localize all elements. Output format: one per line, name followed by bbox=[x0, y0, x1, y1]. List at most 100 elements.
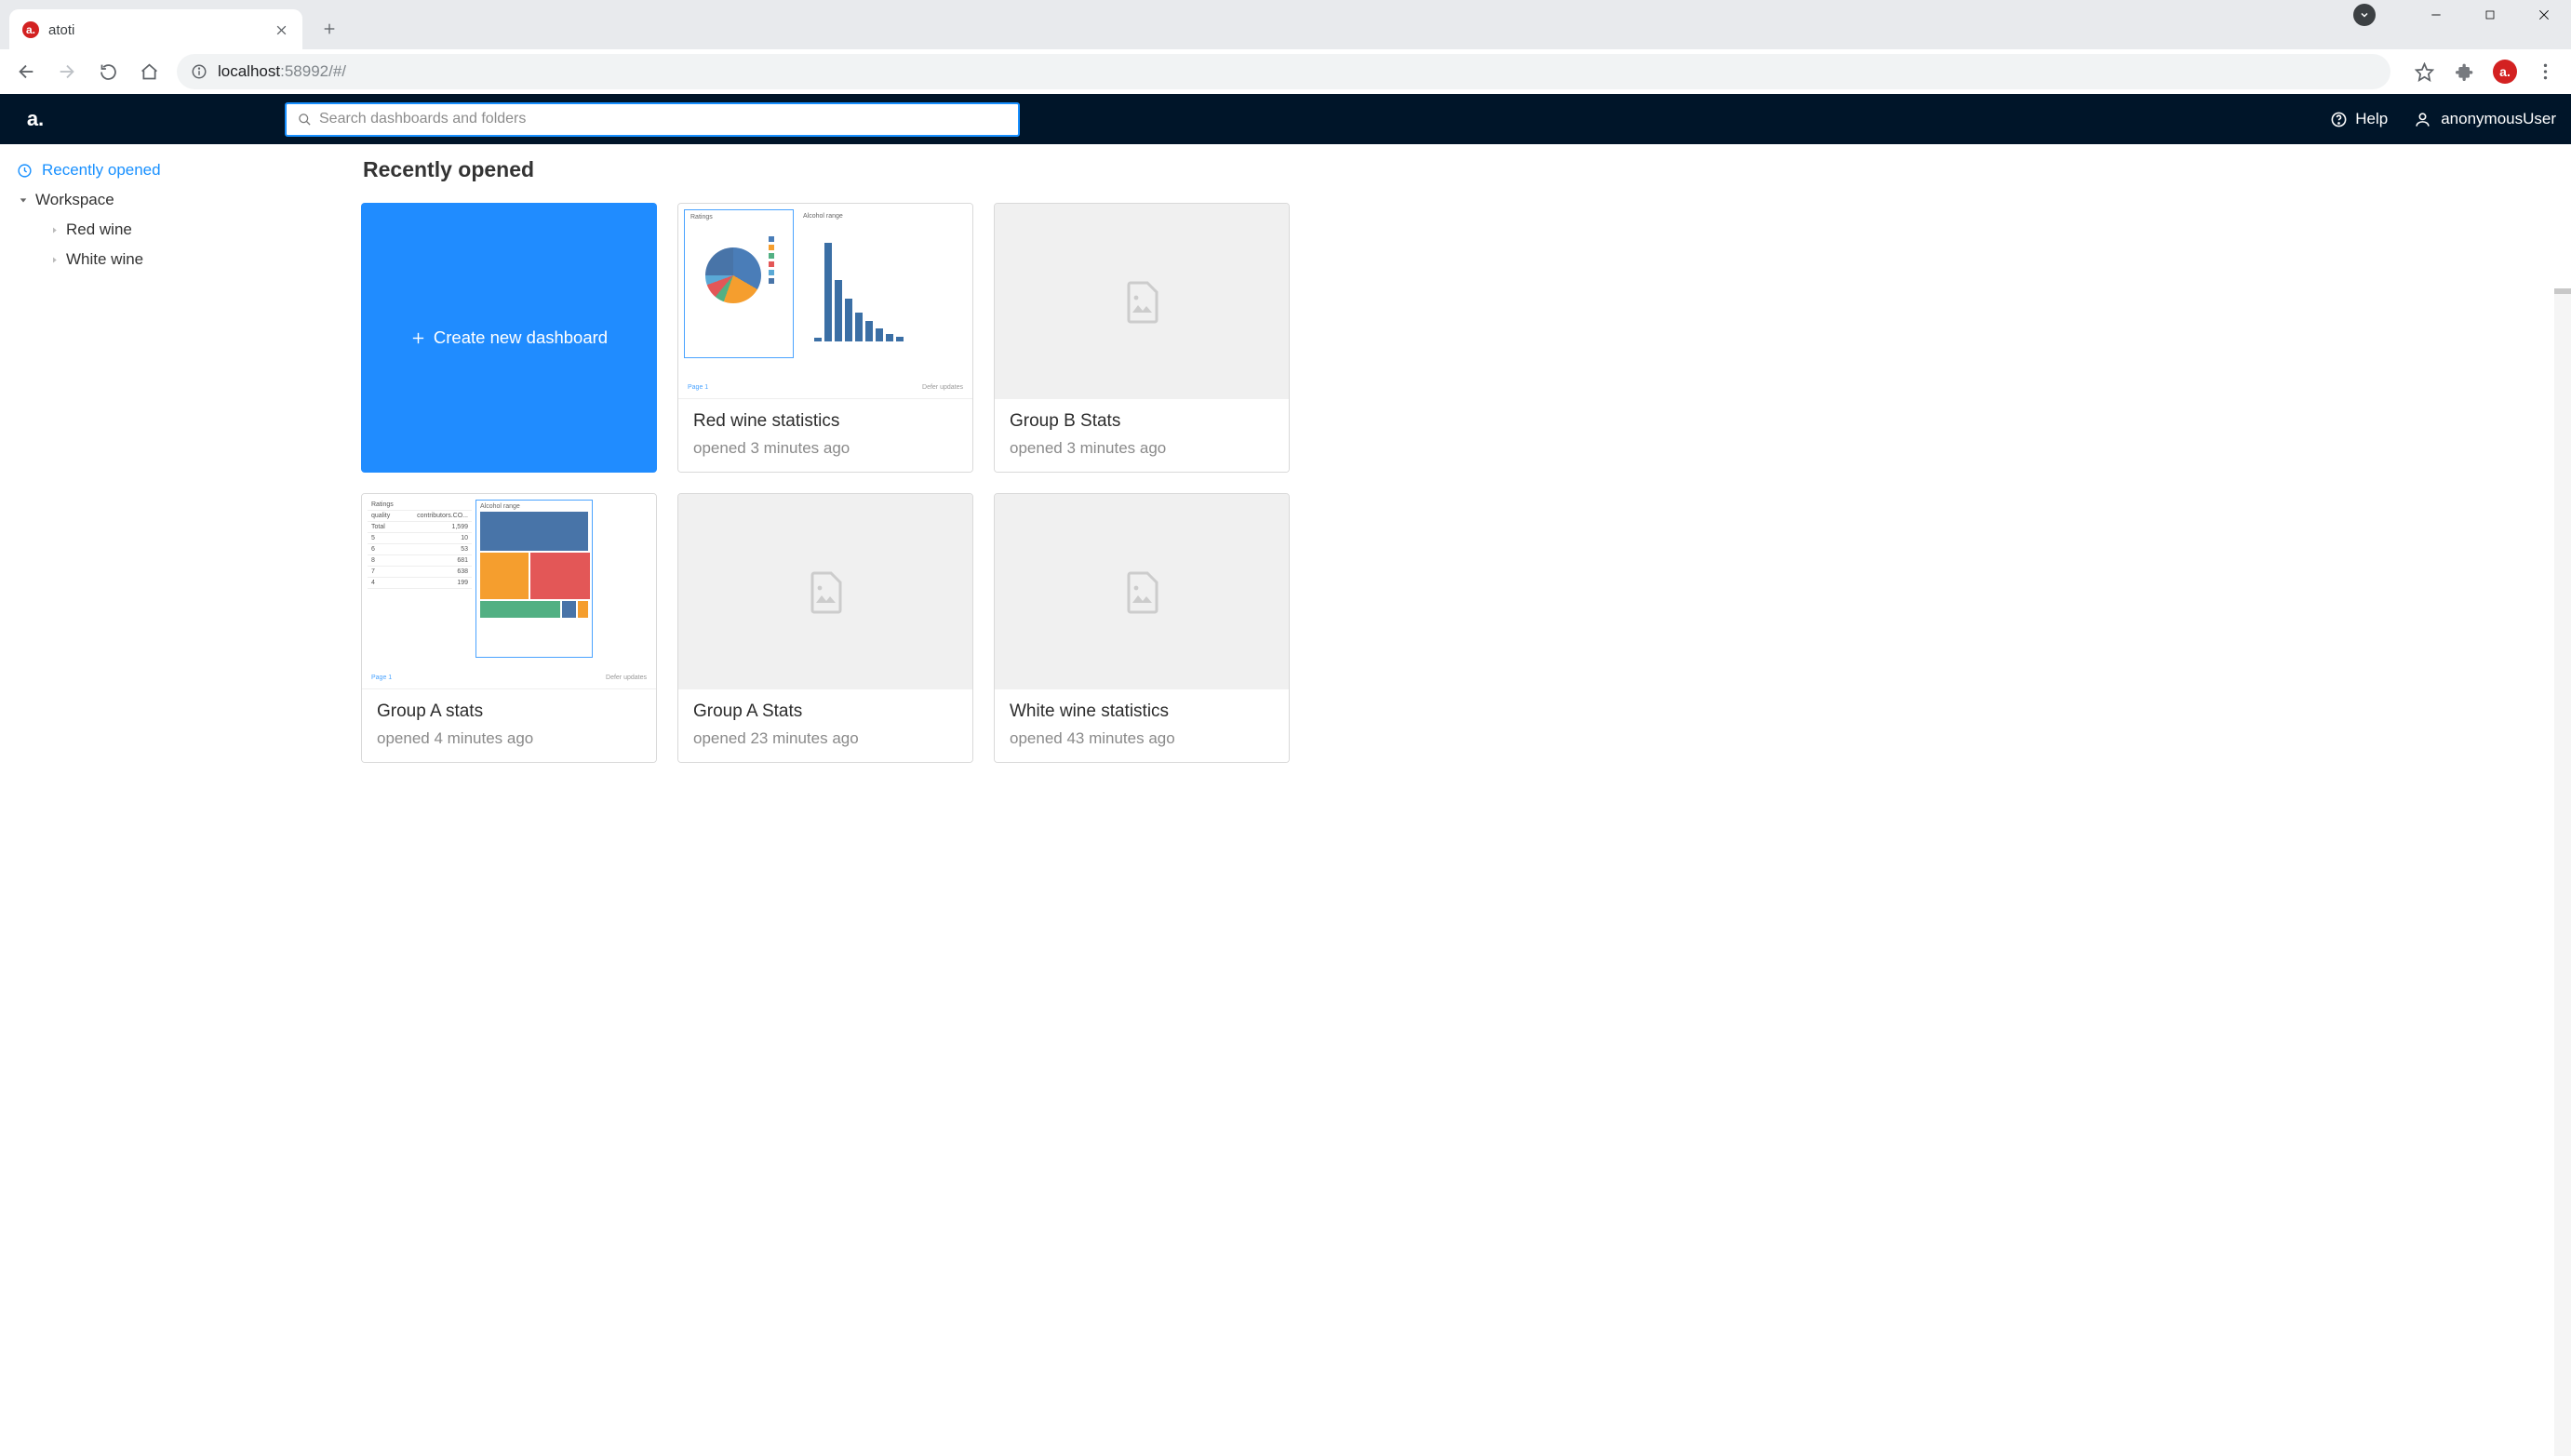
header-actions: Help anonymousUser bbox=[2330, 110, 2556, 128]
card-title: Group B Stats bbox=[1010, 411, 1274, 432]
thumb-page-label: Page 1 bbox=[371, 675, 392, 681]
arrow-left-icon bbox=[16, 61, 36, 82]
tab-strip: a. atoti bbox=[0, 0, 345, 49]
plus-icon bbox=[410, 330, 426, 346]
tree-item-label: White wine bbox=[66, 250, 143, 269]
card-title: White wine statistics bbox=[1010, 701, 1274, 722]
extensions-button[interactable] bbox=[2446, 53, 2484, 90]
window-maximize-button[interactable] bbox=[2463, 0, 2517, 30]
url-host: localhost bbox=[218, 62, 280, 80]
arrow-right-icon bbox=[57, 61, 77, 82]
sidebar-item-red-wine[interactable]: Red wine bbox=[33, 215, 331, 245]
legend-icon bbox=[769, 236, 791, 287]
sidebar-workspace[interactable]: Workspace bbox=[13, 185, 331, 215]
image-placeholder-icon bbox=[803, 569, 848, 614]
sidebar: Recently opened Workspace Red wine White… bbox=[0, 144, 344, 1456]
browser-tab[interactable]: a. atoti bbox=[9, 9, 302, 50]
user-label: anonymousUser bbox=[2441, 110, 2556, 128]
browser-reload-button[interactable] bbox=[89, 53, 127, 90]
address-text: localhost:58992/#/ bbox=[218, 62, 346, 81]
dashboard-card[interactable]: White wine statistics opened 43 minutes … bbox=[994, 493, 1290, 763]
search-icon bbox=[298, 113, 312, 127]
card-footer: Red wine statistics opened 3 minutes ago bbox=[678, 399, 972, 472]
image-placeholder-icon bbox=[1119, 279, 1164, 324]
dashboard-card[interactable]: Ratings qualitycontributors.CO... Total1… bbox=[361, 493, 657, 763]
image-placeholder-icon bbox=[1119, 569, 1164, 614]
card-thumbnail: Ratings Alcohol range bbox=[678, 204, 972, 399]
browser-forward-button[interactable] bbox=[48, 53, 86, 90]
tab-close-button[interactable] bbox=[273, 21, 289, 38]
scrollbar-thumb[interactable] bbox=[2554, 288, 2571, 294]
create-dashboard-button[interactable]: Create new dashboard bbox=[361, 203, 657, 473]
dashboard-card[interactable]: Group B Stats opened 3 minutes ago bbox=[994, 203, 1290, 473]
dashboard-card[interactable]: Ratings Alcohol range bbox=[677, 203, 973, 473]
table-icon: Ratings qualitycontributors.CO... Total1… bbox=[368, 500, 472, 589]
caret-down-icon bbox=[17, 194, 30, 207]
puzzle-icon bbox=[2456, 62, 2474, 81]
card-thumbnail bbox=[995, 204, 1289, 399]
thumb-page-label: Page 1 bbox=[688, 384, 708, 391]
browser-tab-title: atoti bbox=[48, 22, 263, 38]
address-bar[interactable]: localhost:58992/#/ bbox=[177, 54, 2390, 89]
user-icon bbox=[2414, 111, 2431, 128]
window-minimize-button[interactable] bbox=[2409, 0, 2463, 30]
card-subtitle: opened 3 minutes ago bbox=[1010, 439, 1274, 458]
bookmark-button[interactable] bbox=[2405, 53, 2443, 90]
home-icon bbox=[140, 62, 159, 82]
browser-home-button[interactable] bbox=[130, 53, 167, 90]
browser-menu-button[interactable] bbox=[2526, 53, 2564, 90]
sidebar-recently-opened[interactable]: Recently opened bbox=[13, 155, 331, 185]
card-subtitle: opened 43 minutes ago bbox=[1010, 729, 1274, 748]
section-title: Recently opened bbox=[363, 157, 2554, 182]
browser-titlebar: a. atoti bbox=[0, 0, 2571, 49]
card-footer: Group B Stats opened 3 minutes ago bbox=[995, 399, 1289, 472]
scrollbar[interactable] bbox=[2554, 288, 2571, 1456]
card-footer: White wine statistics opened 43 minutes … bbox=[995, 689, 1289, 762]
help-button[interactable]: Help bbox=[2330, 110, 2388, 128]
search-box[interactable] bbox=[285, 102, 1020, 137]
atoti-favicon: a. bbox=[22, 21, 39, 38]
thumb-defer-label: Defer updates bbox=[922, 384, 963, 391]
sidebar-item-label: Recently opened bbox=[42, 161, 161, 180]
dashboard-card[interactable]: Group A Stats opened 23 minutes ago bbox=[677, 493, 973, 763]
close-icon bbox=[2538, 8, 2551, 21]
card-thumbnail bbox=[678, 494, 972, 689]
window-close-button[interactable] bbox=[2517, 0, 2571, 30]
star-icon bbox=[2415, 62, 2434, 82]
workspace-children: Red wine White wine bbox=[13, 215, 331, 274]
card-thumbnail bbox=[995, 494, 1289, 689]
browser-account-icon[interactable] bbox=[2353, 4, 2376, 26]
sidebar-item-label: Workspace bbox=[35, 191, 114, 209]
new-tab-button[interactable] bbox=[314, 13, 345, 45]
thumb-label: Alcohol range bbox=[480, 503, 588, 510]
question-icon bbox=[2330, 111, 2348, 128]
tree-item-label: Red wine bbox=[66, 220, 132, 239]
card-subtitle: opened 23 minutes ago bbox=[693, 729, 957, 748]
caret-right-icon bbox=[50, 220, 59, 239]
site-info-button[interactable] bbox=[190, 62, 208, 81]
dashboard-grid: Create new dashboard Ratings bbox=[361, 203, 2554, 763]
search-input[interactable] bbox=[319, 111, 1007, 127]
close-icon bbox=[275, 24, 288, 36]
browser-toolbar: localhost:58992/#/ a. bbox=[0, 49, 2571, 94]
more-vertical-icon bbox=[2543, 62, 2548, 81]
card-subtitle: opened 4 minutes ago bbox=[377, 729, 641, 748]
info-icon bbox=[191, 63, 208, 80]
maximize-icon bbox=[2484, 9, 2496, 20]
browser-back-button[interactable] bbox=[7, 53, 45, 90]
atoti-logo[interactable]: a. bbox=[19, 102, 52, 136]
url-path: :58992/#/ bbox=[280, 62, 346, 80]
user-menu[interactable]: anonymousUser bbox=[2414, 110, 2556, 128]
card-footer: Group A stats opened 4 minutes ago bbox=[362, 689, 656, 762]
clock-icon bbox=[17, 163, 33, 179]
window-controls bbox=[2409, 0, 2571, 30]
reload-icon bbox=[99, 62, 118, 82]
app-body: Recently opened Workspace Red wine White… bbox=[0, 144, 2571, 1456]
sidebar-item-white-wine[interactable]: White wine bbox=[33, 245, 331, 274]
card-title: Red wine statistics bbox=[693, 411, 957, 432]
card-footer: Group A Stats opened 23 minutes ago bbox=[678, 689, 972, 762]
pie-chart-icon bbox=[705, 247, 761, 303]
card-title: Group A Stats bbox=[693, 701, 957, 722]
browser-profile-icon[interactable]: a. bbox=[2493, 60, 2517, 84]
card-subtitle: opened 3 minutes ago bbox=[693, 439, 957, 458]
